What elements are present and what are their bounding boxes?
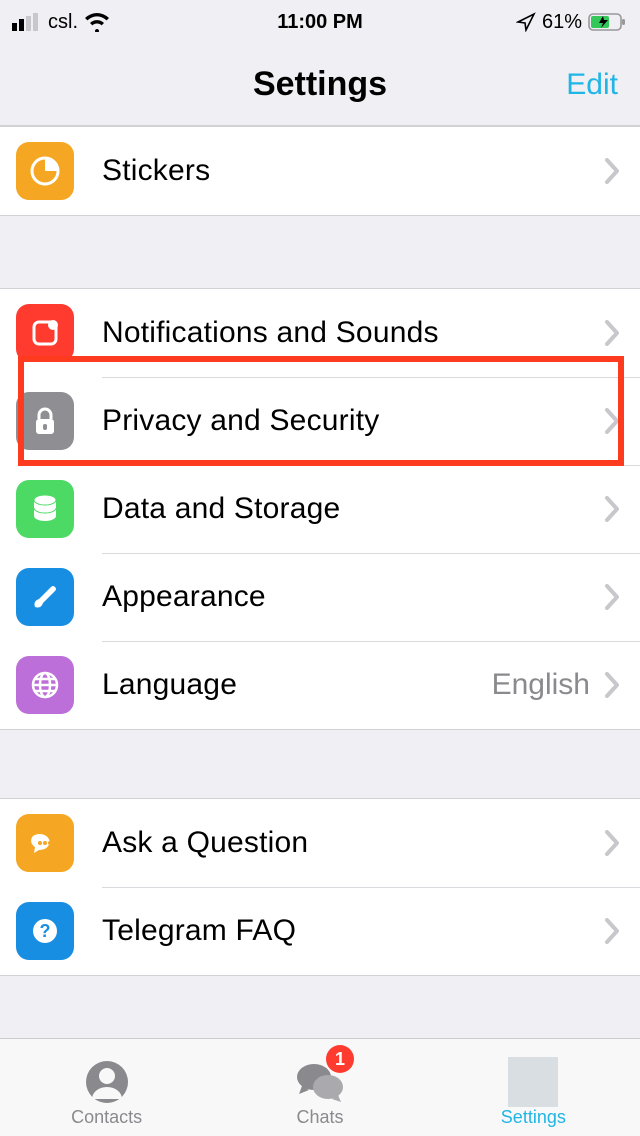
chevron-right-icon	[604, 584, 620, 610]
tab-label: Settings	[501, 1107, 566, 1128]
settings-group-help: Ask a Question ? Telegram FAQ	[0, 798, 640, 976]
tab-chats[interactable]: 1 Chats	[213, 1039, 426, 1136]
battery-icon	[588, 12, 628, 32]
settings-group-main: Notifications and Sounds Privacy and Sec…	[0, 288, 640, 730]
row-label: Appearance	[102, 580, 266, 614]
settings-header: Settings Edit	[0, 44, 640, 126]
svg-text:?: ?	[40, 921, 51, 941]
globe-icon	[16, 656, 74, 714]
contacts-icon	[84, 1059, 130, 1105]
row-appearance[interactable]: Appearance	[0, 553, 640, 641]
help-icon: ?	[16, 902, 74, 960]
chevron-right-icon	[604, 408, 620, 434]
row-data-storage[interactable]: Data and Storage	[0, 465, 640, 553]
chevron-right-icon	[604, 158, 620, 184]
row-label: Data and Storage	[102, 492, 340, 526]
row-label: Ask a Question	[102, 826, 308, 860]
chat-icon	[16, 814, 74, 872]
chevron-right-icon	[604, 496, 620, 522]
chevron-right-icon	[604, 918, 620, 944]
tab-label: Contacts	[71, 1107, 142, 1128]
location-icon	[516, 12, 536, 32]
row-ask-question[interactable]: Ask a Question	[0, 799, 640, 887]
edit-button[interactable]: Edit	[566, 68, 618, 102]
carrier-label: csl.	[48, 11, 78, 34]
tab-contacts[interactable]: Contacts	[0, 1039, 213, 1136]
row-faq[interactable]: ? Telegram FAQ	[0, 887, 640, 975]
row-label: Notifications and Sounds	[102, 316, 439, 350]
wifi-icon	[84, 12, 110, 32]
settings-group-stickers: Stickers	[0, 126, 640, 216]
database-icon	[16, 480, 74, 538]
stickers-icon	[16, 142, 74, 200]
row-stickers[interactable]: Stickers	[0, 127, 640, 215]
signal-icon	[12, 13, 42, 31]
row-privacy[interactable]: Privacy and Security	[0, 377, 640, 465]
row-label: Telegram FAQ	[102, 914, 296, 948]
row-language[interactable]: Language English	[0, 641, 640, 729]
chevron-right-icon	[604, 672, 620, 698]
tab-settings[interactable]: Settings	[427, 1039, 640, 1136]
settings-icon	[508, 1057, 558, 1107]
row-label: Privacy and Security	[102, 404, 379, 438]
status-bar: csl. 11:00 PM 61%	[0, 0, 640, 44]
chevron-right-icon	[604, 320, 620, 346]
lock-icon	[16, 392, 74, 450]
chevron-right-icon	[604, 830, 620, 856]
row-label: Language	[102, 668, 237, 702]
row-label: Stickers	[102, 154, 210, 188]
notifications-icon	[16, 304, 74, 362]
battery-percent: 61%	[542, 11, 582, 34]
chats-badge: 1	[326, 1045, 354, 1073]
brush-icon	[16, 568, 74, 626]
tab-bar: Contacts 1 Chats Settings	[0, 1038, 640, 1136]
row-value: English	[492, 668, 590, 702]
row-notifications[interactable]: Notifications and Sounds	[0, 289, 640, 377]
tab-label: Chats	[296, 1107, 343, 1128]
page-title: Settings	[253, 65, 387, 104]
